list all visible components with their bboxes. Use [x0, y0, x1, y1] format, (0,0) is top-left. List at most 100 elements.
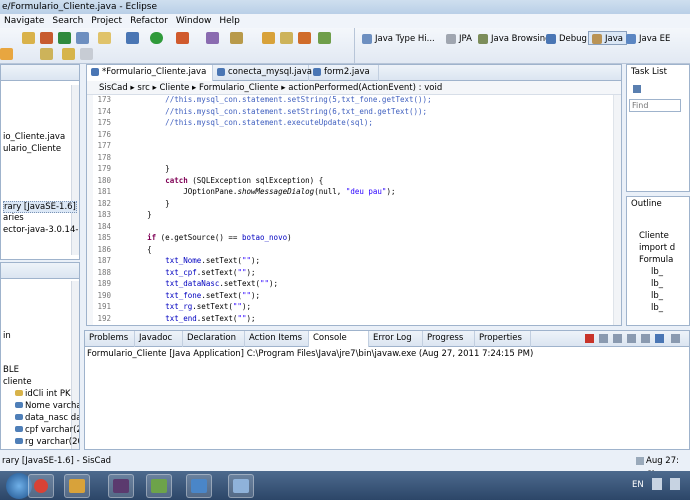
db-column-item[interactable]: cpf varchar(20) — [15, 425, 79, 435]
clear-console-icon[interactable] — [613, 334, 622, 343]
terminate-icon[interactable] — [585, 334, 594, 343]
tray-arrow-icon[interactable] — [670, 478, 680, 490]
tab-properties[interactable]: Properties — [475, 331, 531, 347]
explorer-item[interactable]: aries — [3, 213, 24, 223]
back-icon[interactable] — [62, 48, 75, 60]
code-area[interactable]: //this.mysql_con.statement.setString(5,t… — [87, 95, 621, 325]
explorer-item[interactable]: ector-java-3.0.14-pro — [3, 225, 79, 235]
menu-project[interactable]: Project — [87, 14, 126, 28]
new-task-icon[interactable] — [633, 85, 641, 93]
run-icon[interactable] — [150, 32, 163, 44]
tab-progress[interactable]: Progress — [423, 331, 475, 347]
outline-item[interactable]: Cliente — [639, 231, 669, 241]
outline-item[interactable]: lb_ — [651, 267, 663, 277]
tray-flag-icon[interactable] — [652, 478, 662, 490]
perspective-debug[interactable]: Debug — [546, 32, 587, 46]
taskbar-explorer-icon[interactable] — [186, 474, 212, 498]
db-column-item[interactable]: rg varchar(20) — [15, 437, 79, 447]
breadcrumb-item[interactable]: SisCad — [99, 83, 128, 93]
outline-item[interactable]: Formula — [639, 255, 673, 265]
tab-javadoc[interactable]: Javadoc — [135, 331, 183, 347]
editor-scrollbar[interactable] — [613, 95, 621, 325]
explorer-item[interactable]: io_Cliente.java — [3, 132, 65, 142]
taskbar-app-icon[interactable] — [108, 474, 134, 498]
progress-icon[interactable] — [636, 457, 644, 465]
code-line: txt_cpf.setText(""); — [165, 267, 256, 277]
pin-icon[interactable] — [298, 32, 311, 44]
outline-item[interactable]: lb_ — [651, 279, 663, 289]
db-scrollbar[interactable] — [71, 281, 79, 449]
breadcrumb-item[interactable]: Cliente — [160, 83, 190, 93]
build-icon[interactable] — [40, 32, 53, 44]
tab-declaration[interactable]: Declaration — [183, 331, 245, 347]
pin-console-icon[interactable] — [641, 334, 650, 343]
menu-help[interactable]: Help — [215, 14, 244, 28]
perspective-java-type-hierarchy[interactable]: Java Type Hi... — [362, 32, 435, 46]
perspective-jpa[interactable]: JPA — [446, 32, 472, 46]
tab-conecta-mysql[interactable]: conecta_mysql.java — [213, 65, 312, 81]
locale-indicator[interactable]: EN — [632, 480, 644, 490]
explorer-icon — [191, 479, 207, 493]
new-icon[interactable] — [58, 32, 71, 44]
open-folder-icon[interactable] — [262, 32, 275, 44]
db-item[interactable]: in — [3, 331, 11, 341]
save-icon[interactable] — [22, 32, 35, 44]
menu-refactor[interactable]: Refactor — [126, 14, 172, 28]
search-icon[interactable] — [206, 32, 219, 44]
next-icon[interactable] — [80, 48, 93, 60]
minimize-icon[interactable] — [671, 334, 680, 343]
package-icon[interactable] — [280, 32, 293, 44]
tab-console[interactable]: Console — [309, 331, 369, 347]
db-item[interactable]: BLE — [3, 365, 19, 375]
taskbar-chrome-icon[interactable] — [28, 474, 54, 498]
link-icon[interactable] — [0, 48, 13, 60]
tab-outline[interactable]: Outline — [627, 197, 689, 213]
print-icon[interactable] — [76, 32, 89, 44]
task-find-input[interactable] — [629, 99, 681, 112]
tab-error-log[interactable]: Error Log — [369, 331, 423, 347]
external-tools-icon[interactable] — [176, 32, 189, 44]
breadcrumb-item[interactable]: actionPerformed(ActionEvent) : void — [288, 83, 442, 93]
scroll-lock-icon[interactable] — [627, 334, 636, 343]
perspective-label: Java Browsing — [491, 34, 551, 44]
debug-icon[interactable] — [126, 32, 139, 44]
perspective-java[interactable]: Java — [588, 31, 627, 45]
menu-search[interactable]: Search — [48, 14, 87, 28]
outline-item[interactable]: import d — [639, 243, 675, 253]
title-bar: e/Formulario_Cliente.java - Eclipse — [0, 0, 690, 14]
java-file-icon — [217, 67, 225, 76]
db-column-item[interactable]: data_nasc date — [15, 413, 79, 423]
taskbar-network-icon[interactable] — [146, 474, 172, 498]
column-icon — [15, 426, 23, 432]
tab-problems[interactable]: Problems — [85, 331, 135, 347]
display-console-icon[interactable] — [655, 334, 664, 343]
taskbar-hs-icon[interactable] — [64, 474, 90, 498]
perspective-java-browsing[interactable]: Java Browsing — [478, 32, 551, 46]
explorer-item[interactable]: ulario_Cliente — [3, 144, 61, 154]
taskbar-window-icon[interactable] — [228, 474, 254, 498]
perspective-java-ee[interactable]: Java EE — [626, 32, 670, 46]
tab-label: Task List — [631, 67, 667, 77]
annotation-icon[interactable] — [230, 32, 243, 44]
tab-task-list[interactable]: Task List — [627, 65, 689, 81]
db-column-item[interactable]: idCli int PK — [15, 389, 71, 399]
tab-form2[interactable]: form2.java — [309, 65, 379, 81]
db-column-item[interactable]: Nome varchar(25 — [15, 401, 79, 411]
breadcrumb-item[interactable]: Formulario_Cliente — [199, 83, 279, 93]
explorer-item-selected[interactable]: rary [JavaSE-1.6] — [3, 201, 77, 213]
menu-navigate[interactable]: Navigate — [0, 14, 48, 28]
tab-formulario-cliente[interactable]: *Formulario_Cliente.java — [87, 65, 213, 81]
outline-item[interactable]: lb_ — [651, 291, 663, 301]
db-item[interactable]: cliente — [3, 377, 32, 387]
tab-action-items[interactable]: Action Items — [245, 331, 309, 347]
jpa-icon — [446, 33, 456, 44]
menu-window[interactable]: Window — [172, 14, 216, 28]
forward-icon[interactable] — [40, 48, 53, 60]
code-line: txt_Nome.setText(""); — [165, 256, 261, 265]
edit-icon[interactable] — [318, 32, 331, 44]
open-type-icon[interactable] — [98, 32, 111, 44]
perspective-label: Java EE — [639, 34, 671, 44]
breadcrumb-item[interactable]: src — [137, 83, 149, 93]
remove-launch-icon[interactable] — [599, 334, 608, 343]
outline-item[interactable]: lb_ — [651, 303, 663, 313]
